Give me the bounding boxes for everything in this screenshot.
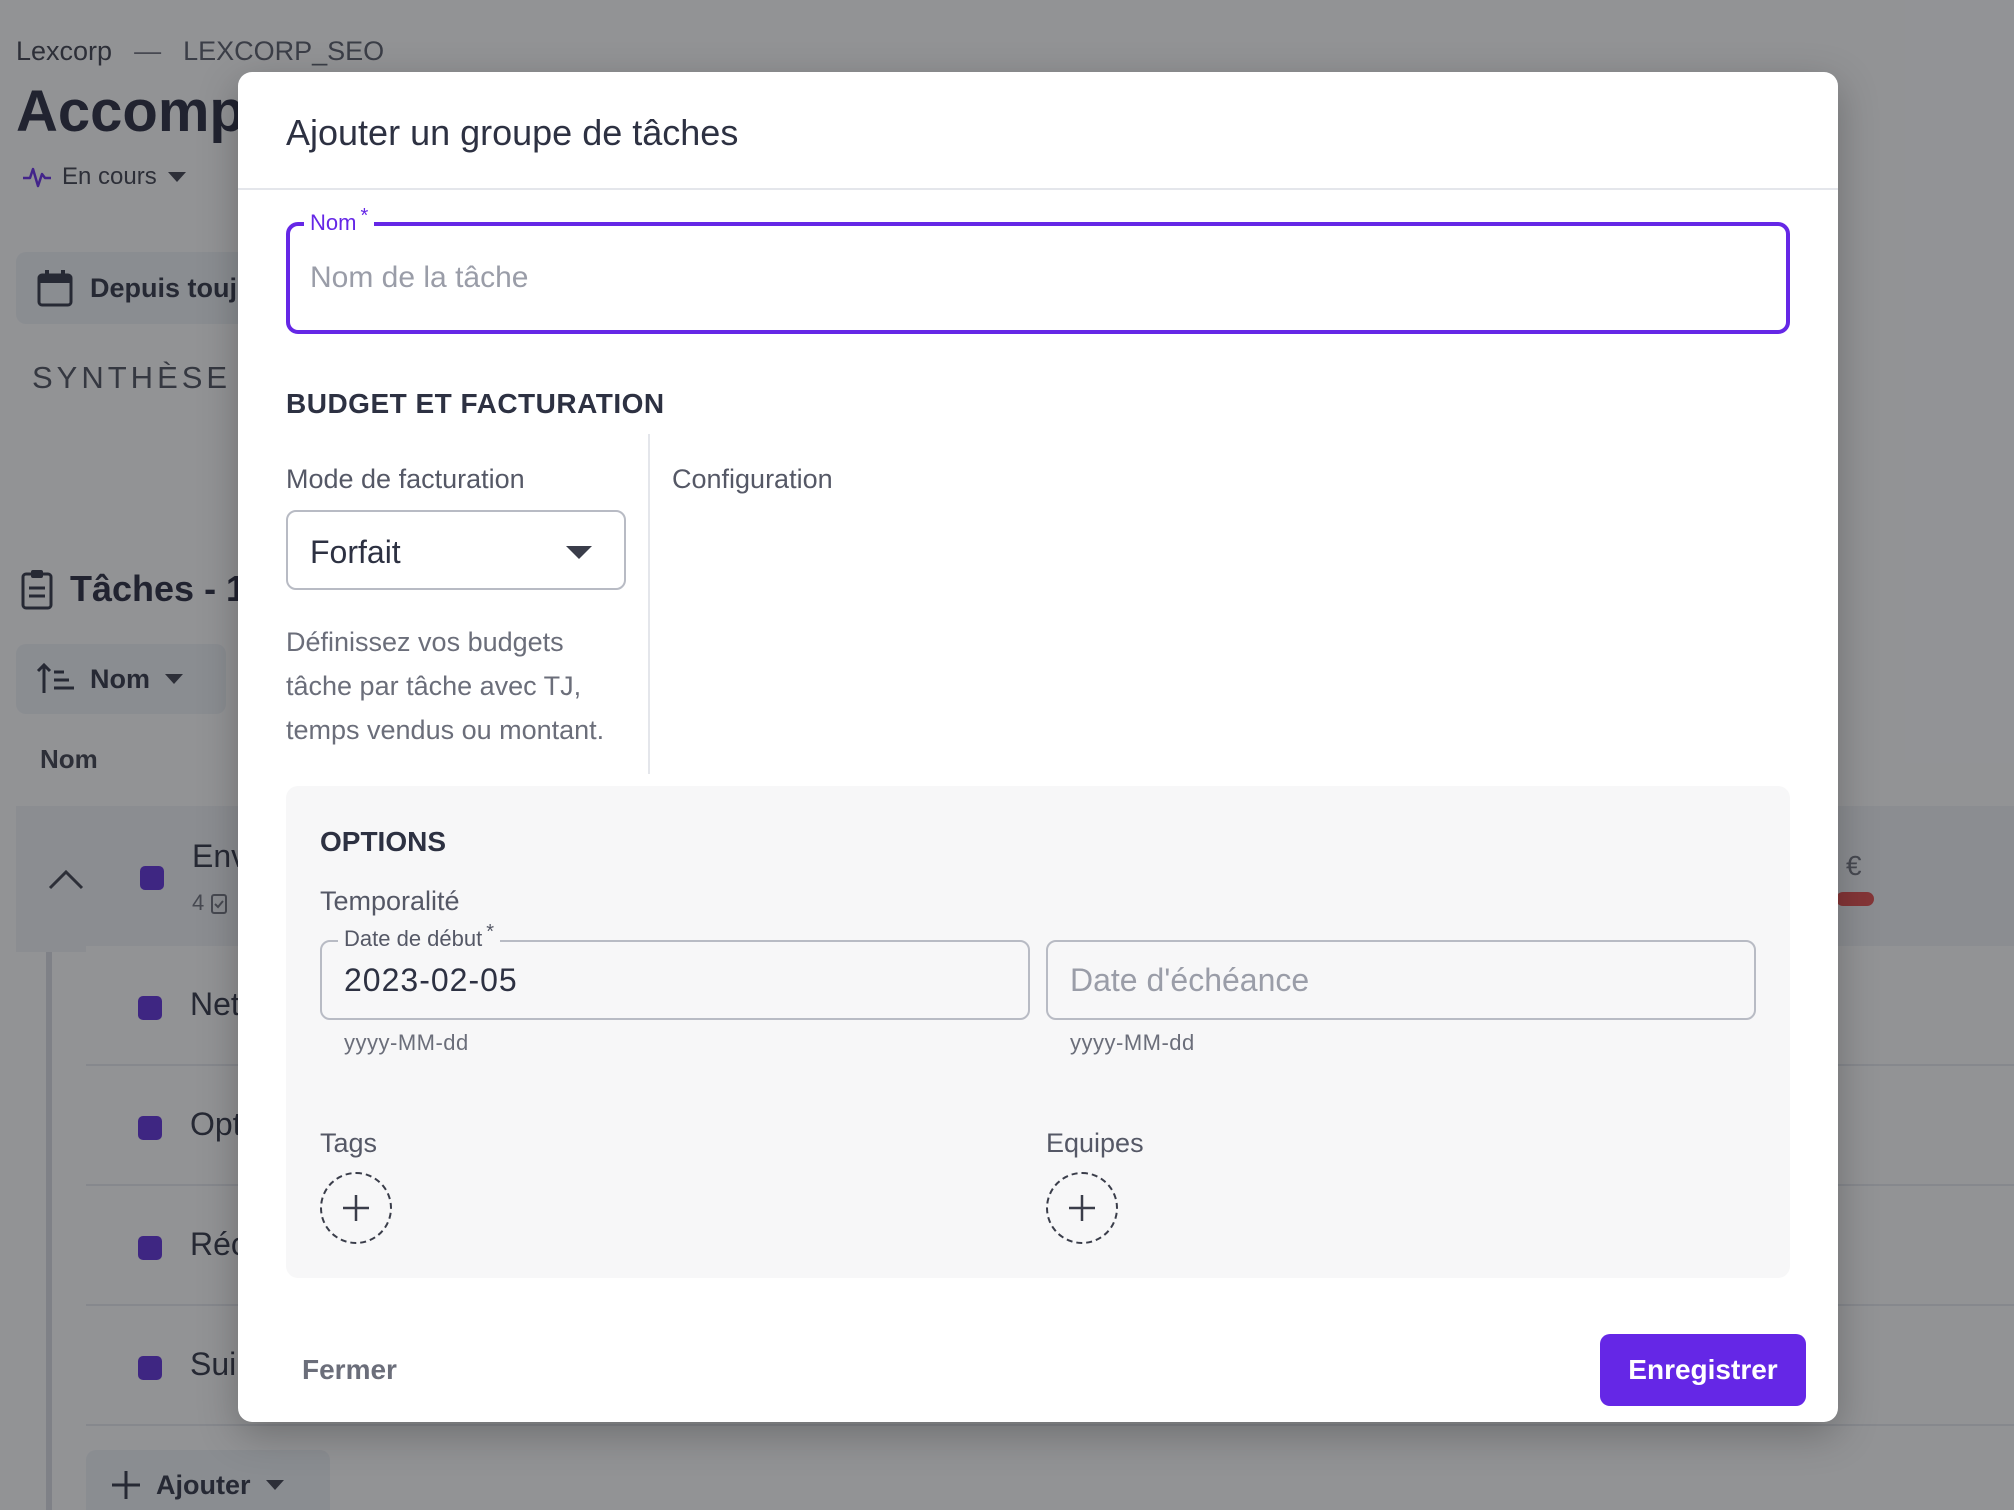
start-date-value[interactable]: 2023-02-05 bbox=[344, 962, 518, 999]
teams-label: Equipes bbox=[1046, 1128, 1144, 1158]
required-mark: * bbox=[360, 205, 369, 227]
temporalite-label: Temporalité bbox=[320, 886, 460, 916]
name-field[interactable]: Nom * bbox=[286, 205, 1790, 334]
options-panel: OPTIONS Temporalité Date de début * 2023-… bbox=[286, 786, 1790, 1278]
start-date-label: Date de début * bbox=[338, 921, 501, 952]
start-date-hint: yyyy-MM-dd bbox=[344, 1030, 469, 1055]
name-input[interactable] bbox=[310, 250, 1750, 306]
options-title: OPTIONS bbox=[320, 826, 447, 857]
plus-icon bbox=[343, 1195, 369, 1221]
start-date-field[interactable]: Date de début * 2023-02-05 bbox=[320, 921, 1030, 1020]
billing-mode-select[interactable]: Forfait bbox=[286, 510, 626, 590]
caret-down-icon bbox=[566, 546, 592, 559]
start-date-label-text: Date de début bbox=[344, 926, 483, 951]
end-date-field[interactable]: Date d'échéance bbox=[1046, 940, 1756, 1020]
name-label-text: Nom bbox=[310, 210, 357, 235]
configuration-label: Configuration bbox=[672, 464, 833, 494]
budget-section-title: BUDGET ET FACTURATION bbox=[286, 388, 665, 419]
billing-mode-help: Définissez vos budgets tâche par tâche a… bbox=[286, 627, 605, 745]
add-team-button[interactable] bbox=[1046, 1172, 1118, 1244]
save-button[interactable]: Enregistrer bbox=[1600, 1334, 1806, 1406]
billing-mode-label: Mode de facturation bbox=[286, 464, 525, 494]
name-field-label: Nom * bbox=[304, 205, 375, 236]
end-date-placeholder[interactable]: Date d'échéance bbox=[1070, 962, 1309, 999]
add-task-group-dialog: Ajouter un groupe de tâches Nom* BUDGET … bbox=[238, 72, 1838, 1422]
dialog-divider bbox=[238, 188, 1838, 190]
plus-icon bbox=[1069, 1195, 1095, 1221]
column-divider bbox=[648, 434, 650, 774]
add-tag-button[interactable] bbox=[320, 1172, 392, 1244]
dialog-title: Ajouter un groupe de tâches bbox=[286, 112, 739, 153]
tags-label: Tags bbox=[320, 1128, 378, 1158]
end-date-hint: yyyy-MM-dd bbox=[1070, 1030, 1195, 1055]
required-mark: * bbox=[486, 921, 495, 943]
close-button[interactable]: Fermer bbox=[302, 1354, 397, 1386]
billing-mode-value: Forfait bbox=[310, 534, 401, 570]
